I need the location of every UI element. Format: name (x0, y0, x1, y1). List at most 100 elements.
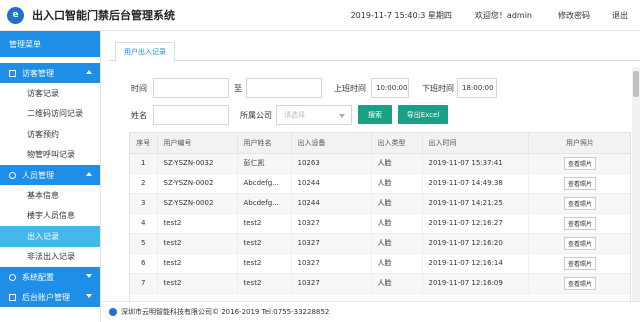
sidebar-group-account[interactable]: 后台账户管理 (0, 287, 100, 307)
cell-device: 10327 (291, 213, 372, 234)
sidebar-group-label: 系统配置 (22, 272, 54, 282)
cell-type: 人脸 (371, 193, 423, 214)
table-row: 5 test2 test2 10327 人脸 2019-11-07 12:16:… (130, 233, 630, 254)
cell-time: 2019-11-07 12:16:09 (422, 273, 529, 294)
sidebar-item-building-personnel[interactable]: 楼宇人员信息 (0, 205, 100, 226)
sidebar-item-call-records[interactable]: 物管呼叫记录 (0, 144, 100, 165)
cell-type: 人脸 (371, 213, 423, 234)
search-button[interactable]: 搜索 (358, 105, 392, 124)
cell-index: 1 (130, 153, 158, 174)
view-photo-button[interactable]: 查看照片 (563, 256, 596, 270)
logout-link[interactable]: 退出 (612, 10, 628, 21)
cell-photo: 查看照片 (528, 253, 630, 274)
records-table: 序号 用户编号 用户姓名 出入设备 出入类型 出入时间 用户照片 1 SZ-YS… (129, 132, 631, 302)
cell-user-name: test2 (237, 273, 292, 294)
cell-user-name: Abcdefg... (237, 173, 292, 194)
view-photo-button[interactable]: 查看照片 (563, 176, 596, 190)
change-password-link[interactable]: 修改密码 (558, 10, 590, 21)
cell-time: 2019-11-07 12:16:14 (422, 253, 529, 274)
cell-device: 10263 (291, 153, 372, 174)
footer: 深圳市云明智能科技有限公司© 2016-2019 Tel:0755-332288… (101, 301, 640, 322)
sidebar-group-label: 后台账户管理 (22, 292, 70, 302)
name-label: 姓名 (131, 111, 147, 120)
gear-icon (9, 273, 16, 281)
cell-device: 10327 (291, 253, 372, 274)
time-label: 时间 (131, 84, 147, 93)
records-table-grid: 序号 用户编号 用户姓名 出入设备 出入类型 出入时间 用户照片 1 SZ-YS… (130, 133, 630, 294)
cell-user-id: SZ-YSZN-0032 (157, 153, 238, 174)
table-row: 4 test2 test2 10327 人脸 2019-11-07 12:16:… (130, 213, 630, 234)
welcome-text: 欢迎您！admin (474, 10, 532, 20)
cell-device: 10327 (291, 273, 372, 294)
sidebar-item-access-records[interactable]: 出入记录 (0, 226, 100, 247)
table-row: 1 SZ-YSZN-0032 彭仁凯 10263 人脸 2019-11-07 1… (130, 153, 630, 174)
cell-device: 10244 (291, 193, 372, 214)
sidebar-item-visitor-records[interactable]: 访客记录 (0, 83, 100, 104)
view-photo-button[interactable]: 查看照片 (563, 276, 596, 290)
tab-bar: 用户出入记录 (109, 42, 640, 62)
cell-type: 人脸 (371, 273, 423, 294)
name-input[interactable] (153, 105, 229, 125)
company-label: 所属公司 (240, 111, 272, 120)
cell-time: 2019-11-07 12:16:20 (422, 233, 529, 254)
cell-user-id: test2 (157, 213, 238, 234)
sidebar-group-visitor[interactable]: 访客管理 (0, 63, 100, 83)
cell-index: 4 (130, 213, 158, 234)
top-header: e 出入口智能门禁后台管理系统 2019-11-7 15:40:3 星期四 欢迎… (0, 0, 640, 31)
work-on-label: 上班时间 (334, 84, 366, 93)
start-time-input[interactable] (153, 78, 229, 98)
work-off-label: 下班时间 (422, 84, 454, 93)
sidebar-item-basic-info[interactable]: 基本信息 (0, 185, 100, 206)
cell-type: 人脸 (371, 153, 423, 174)
view-photo-button[interactable]: 查看照片 (563, 156, 596, 170)
sidebar-group-label: 访客管理 (22, 68, 54, 78)
cell-photo: 查看照片 (528, 233, 630, 254)
company-logo-icon (109, 308, 117, 316)
visitor-icon (9, 69, 16, 77)
scrollbar-thumb[interactable] (633, 71, 639, 97)
current-datetime: 2019-11-7 15:40:3 星期四 (350, 10, 452, 20)
cell-user-name: test2 (237, 253, 292, 274)
app-title: 出入口智能门禁后台管理系统 (32, 9, 175, 22)
chevron-down-icon (86, 294, 92, 298)
work-on-time-input[interactable]: 10:00:00 (371, 78, 409, 98)
cell-photo: 查看照片 (528, 173, 630, 194)
col-header-user-name: 用户姓名 (237, 133, 292, 154)
tab-access-records[interactable]: 用户出入记录 (115, 42, 175, 62)
chevron-up-icon (86, 172, 92, 176)
sidebar-group-personnel[interactable]: 人员管理 (0, 165, 100, 185)
cell-index: 7 (130, 273, 158, 294)
col-header-photo: 用户照片 (528, 133, 630, 154)
sidebar-item-visitor-booking[interactable]: 访客预约 (0, 124, 100, 145)
end-time-input[interactable] (246, 78, 322, 98)
company-select-placeholder: 请选择 (284, 111, 305, 119)
cell-user-id: SZ-YSZN-0002 (157, 193, 238, 214)
sidebar-item-qrcode-records[interactable]: 二维码访问记录 (0, 103, 100, 124)
work-off-time-input[interactable]: 18:00:00 (457, 78, 497, 98)
cell-index: 6 (130, 253, 158, 274)
view-photo-button[interactable]: 查看照片 (563, 236, 596, 250)
export-excel-button[interactable]: 导出Excel (398, 105, 448, 124)
cell-user-name: test2 (237, 213, 292, 234)
cell-index: 5 (130, 233, 158, 254)
company-select[interactable]: 请选择 (276, 105, 352, 125)
cell-photo: 查看照片 (528, 273, 630, 294)
cell-user-id: test2 (157, 233, 238, 254)
sidebar-group-system-config[interactable]: 系统配置 (0, 267, 100, 287)
view-photo-button[interactable]: 查看照片 (563, 196, 596, 210)
table-row: 7 test2 test2 10327 人脸 2019-11-07 12:16:… (130, 273, 630, 294)
view-photo-button[interactable]: 查看照片 (563, 216, 596, 230)
footer-copyright: 深圳市云明智能科技有限公司© 2016-2019 Tel:0755-332288… (121, 308, 330, 316)
app-logo-icon: e (7, 6, 24, 24)
chevron-down-icon (339, 114, 345, 118)
cell-device: 10327 (291, 233, 372, 254)
cell-type: 人脸 (371, 173, 423, 194)
sidebar-item-illegal-access[interactable]: 非法出入记录 (0, 246, 100, 267)
cell-index: 3 (130, 193, 158, 214)
vertical-scrollbar[interactable] (632, 67, 640, 305)
col-header-index: 序号 (130, 133, 158, 154)
table-row: 2 SZ-YSZN-0002 Abcdefg... 10244 人脸 2019-… (130, 173, 630, 194)
account-icon (9, 293, 16, 301)
cell-device: 10244 (291, 173, 372, 194)
table-row: 3 SZ-YSZN-0002 Abcdefg... 10244 人脸 2019-… (130, 193, 630, 214)
